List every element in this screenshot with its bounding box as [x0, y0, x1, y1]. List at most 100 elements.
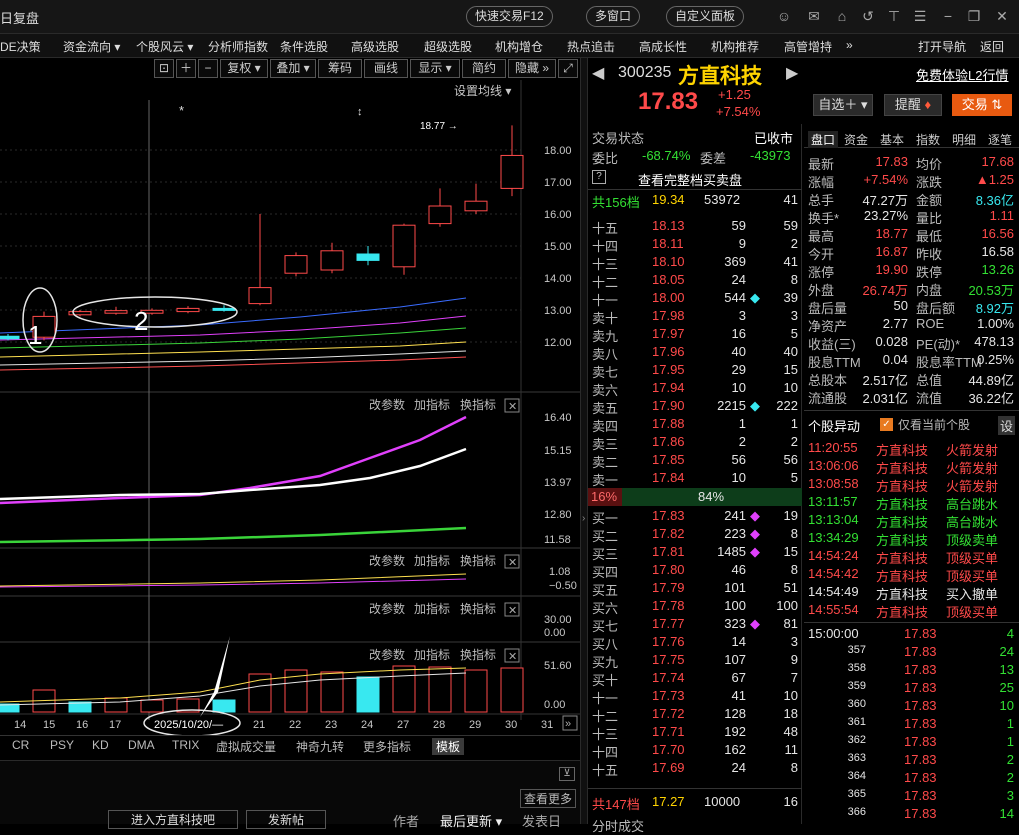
indicator-tab-3[interactable]: DMA — [128, 738, 155, 752]
event-row[interactable]: 14:54:42 方直科技 顶级买单 — [804, 566, 1019, 584]
panel-control-2[interactable]: 换指标 — [460, 397, 496, 412]
menu-item-0[interactable]: DE决策 — [0, 38, 41, 55]
event-row[interactable]: 14:55:54 方直科技 顶级买单 — [804, 602, 1019, 620]
hide-button[interactable]: 隐藏 » — [508, 59, 556, 78]
multi-window-button[interactable]: 多窗口 — [586, 6, 641, 27]
panel-control-0[interactable]: 改参数 — [369, 601, 405, 616]
menu-item-1[interactable]: 资金流向 ▾ — [63, 38, 120, 55]
bid-volume: 107 — [724, 652, 746, 667]
menu-item-5[interactable]: 高级选股 — [351, 38, 399, 55]
display-button[interactable]: 显示 ▾ — [410, 59, 460, 78]
restore-icon[interactable]: ❐ — [966, 8, 982, 24]
zoom-out-icon[interactable]: − — [198, 59, 218, 78]
panel-control-0[interactable]: 改参数 — [369, 397, 405, 412]
custom-panel-button[interactable]: 自定义面板 — [666, 6, 745, 27]
indicator-tab-1[interactable]: PSY — [50, 738, 74, 752]
panel-control-1[interactable]: 加指标 — [414, 647, 450, 662]
alert-button[interactable]: 提醒 ♦ — [884, 94, 942, 116]
next-stock-icon[interactable]: ▶ — [786, 63, 798, 83]
quote-tab-0[interactable]: 盘口 — [808, 131, 839, 148]
close-icon[interactable]: ✕ — [994, 8, 1010, 24]
new-post-button[interactable]: 发新帖 — [246, 810, 326, 829]
events-settings-button[interactable]: 设 — [998, 416, 1016, 435]
ma-settings[interactable]: 设置均线 ▾ — [454, 84, 511, 98]
panel-control-2[interactable]: 换指标 — [460, 553, 496, 568]
panel-control-0[interactable]: 改参数 — [369, 553, 405, 568]
candlestick-chart[interactable]: 18.00 17.00 16.00 15.00 14.00 13.00 12.00 设置均线 … — [0, 80, 580, 737]
panel-control-2[interactable]: 换指标 — [460, 647, 496, 662]
lock-icon[interactable]: ⊡ — [154, 59, 174, 78]
quote-tab-3[interactable]: 指数 — [916, 131, 940, 148]
menu-item-7[interactable]: 机构增仓 — [495, 38, 543, 55]
panel-splitter[interactable]: › — [580, 58, 588, 824]
menu-item-13[interactable]: 打开导航 — [918, 38, 966, 55]
collapse-icon[interactable]: ⊻ — [559, 767, 575, 781]
menu-item-4[interactable]: 条件选股 — [280, 38, 328, 55]
quote-tab-4[interactable]: 明细 — [952, 131, 976, 148]
back-icon[interactable]: ↺ — [860, 8, 876, 24]
event-row[interactable]: 13:11:57 方直科技 高台跳水 — [804, 494, 1019, 512]
menu-item-14[interactable]: 返回 — [980, 38, 1004, 55]
ask-count: 39 — [783, 290, 798, 305]
menu-item-8[interactable]: 热点追击 — [567, 38, 615, 55]
quote-label: 内盘 — [916, 283, 943, 298]
quote-tab-1[interactable]: 资金 — [844, 131, 868, 148]
indicator-tab-4[interactable]: TRIX — [172, 738, 199, 752]
panel-control-0[interactable]: 改参数 — [369, 647, 405, 662]
event-row[interactable]: 13:13:04 方直科技 高台跳水 — [804, 512, 1019, 530]
mail-icon[interactable]: ✉ — [806, 8, 822, 24]
event-row[interactable]: 13:06:06 方直科技 火箭发射 — [804, 458, 1019, 476]
home-icon[interactable]: ⌂ — [834, 8, 850, 24]
help-icon[interactable]: ? — [592, 170, 606, 184]
chips-button[interactable]: 筹码 — [318, 59, 362, 78]
quote-tab-5[interactable]: 逐笔 — [988, 131, 1012, 148]
menu-item-2[interactable]: 个股风云 ▾ — [136, 38, 193, 55]
indicator-tab-8[interactable]: 模板 — [432, 738, 465, 755]
menu-item-12[interactable]: » — [846, 38, 853, 52]
simple-button[interactable]: 简约 — [462, 59, 506, 78]
indicator-tab-7[interactable]: 更多指标 — [363, 738, 411, 755]
zoom-in-icon[interactable]: ＋ — [176, 59, 196, 78]
latest-sort[interactable]: 最后更新 ▾ — [440, 811, 502, 830]
draw-line-button[interactable]: 画线 — [364, 59, 408, 78]
event-stock: 方直科技 — [876, 443, 929, 458]
event-row[interactable]: 11:20:55 方直科技 火箭发射 — [804, 440, 1019, 458]
menu-icon[interactable]: ☰ — [912, 8, 928, 24]
indicator-tab-2[interactable]: KD — [92, 738, 109, 752]
panel-control-1[interactable]: 加指标 — [414, 553, 450, 568]
checkbox-icon[interactable]: ✓ — [880, 418, 893, 431]
event-row[interactable]: 14:54:24 方直科技 顶级买单 — [804, 548, 1019, 566]
indicator-tab-5[interactable]: 虚拟成交量 — [216, 738, 276, 755]
event-row[interactable]: 14:54:49 方直科技 买入撤单 — [804, 584, 1019, 602]
overlay-button[interactable]: 叠加 ▾ — [270, 59, 316, 78]
menu-item-6[interactable]: 超级选股 — [424, 38, 472, 55]
trade-button[interactable]: 交易 ⇅ — [952, 94, 1012, 116]
menu-item-11[interactable]: 高管增持 — [784, 38, 832, 55]
fuquan-button[interactable]: 复权 ▾ — [220, 59, 268, 78]
quick-trade-button[interactable]: 快速交易F12 — [466, 6, 553, 27]
view-more-button[interactable]: 查看更多 — [520, 789, 577, 808]
indicator-tab-6[interactable]: 神奇九转 — [296, 738, 344, 755]
user-icon[interactable]: ☺ — [776, 8, 792, 24]
event-row[interactable]: 13:34:29 方直科技 顶级卖单 — [804, 530, 1019, 548]
watchlist-button[interactable]: 自选＋ ▾ — [813, 94, 873, 116]
shirt-icon[interactable]: ⊤ — [886, 8, 902, 24]
l2-trial-link[interactable]: 免费体验L2行情 — [916, 65, 1008, 84]
menu-item-9[interactable]: 高成长性 — [639, 38, 687, 55]
menu-item-3[interactable]: 分析师指数 — [208, 38, 268, 55]
fullscreen-icon[interactable]: ⤢ — [558, 59, 578, 78]
prev-stock-icon[interactable]: ◀ — [592, 63, 604, 83]
enter-forum-button[interactable]: 进入方直科技吧 — [108, 810, 238, 829]
bid-level: 买四 — [592, 565, 619, 580]
menu-item-10[interactable]: 机构推荐 — [711, 38, 759, 55]
chart-area[interactable]: 18.00 17.00 16.00 15.00 14.00 13.00 12.00 设置均线 … — [0, 80, 580, 737]
panel-control-1[interactable]: 加指标 — [414, 397, 450, 412]
indicator-tab-0[interactable]: CR — [12, 738, 29, 752]
quote-tab-2[interactable]: 基本 — [880, 131, 904, 148]
splitter-arrow-icon[interactable]: › — [582, 513, 585, 524]
event-type: 火箭发射 — [946, 443, 999, 458]
event-row[interactable]: 13:08:58 方直科技 火箭发射 — [804, 476, 1019, 494]
panel-control-2[interactable]: 换指标 — [460, 601, 496, 616]
panel-control-1[interactable]: 加指标 — [414, 601, 450, 616]
minimize-icon[interactable]: − — [940, 8, 956, 24]
